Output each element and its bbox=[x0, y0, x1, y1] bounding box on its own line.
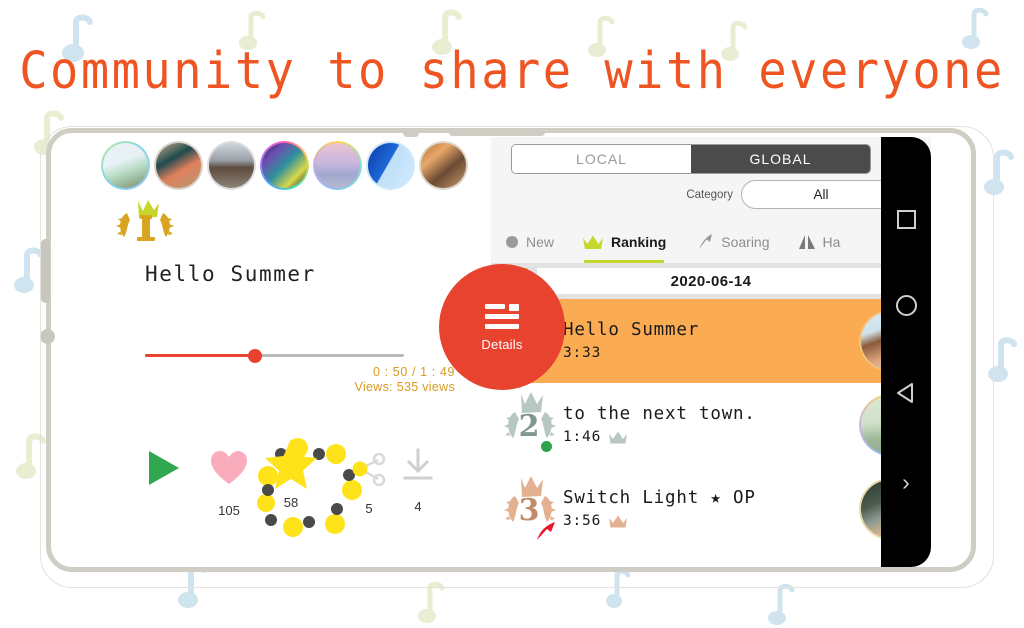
earpiece-speaker-icon bbox=[449, 129, 545, 136]
seek-slider[interactable] bbox=[145, 349, 404, 363]
like-button[interactable]: 105 bbox=[209, 449, 249, 518]
tab-hall-of-fame[interactable]: Ha bbox=[798, 221, 841, 263]
android-navigation-bar: › bbox=[881, 137, 931, 567]
chevron-right-icon[interactable]: › bbox=[902, 471, 910, 494]
star-icon bbox=[265, 439, 317, 489]
time-elapsed-total: 0 : 50 / 1 : 49 bbox=[373, 365, 455, 379]
rank-1-laurel-crown-icon bbox=[115, 197, 175, 256]
rank-3-medal-icon: 3 bbox=[501, 472, 559, 546]
row-duration: 1:46 bbox=[563, 429, 602, 445]
avatar[interactable] bbox=[207, 141, 256, 190]
front-camera-icon bbox=[403, 129, 419, 137]
avatar[interactable] bbox=[313, 141, 362, 190]
music-note-decoration bbox=[986, 334, 1024, 386]
star-count: 58 bbox=[283, 495, 299, 510]
back-button[interactable] bbox=[895, 381, 917, 405]
share-nodes-icon bbox=[352, 452, 386, 487]
table-row[interactable]: 2 to the next town. 1:46 bbox=[491, 383, 931, 467]
dot-green-icon bbox=[541, 441, 552, 452]
view-count: Views: 535 views bbox=[354, 380, 455, 394]
share-button[interactable]: 5 bbox=[351, 451, 387, 516]
music-note-decoration bbox=[982, 146, 1022, 200]
story-avatar-strip bbox=[101, 141, 468, 190]
music-note-decoration bbox=[416, 578, 452, 628]
tab-ranking-label: Ranking bbox=[611, 234, 667, 250]
home-button[interactable] bbox=[895, 294, 917, 316]
rank-2-medal-icon: 2 bbox=[501, 388, 559, 462]
phone-mockup: Hello Summer 0 : 50 / 1 : 49 Views: 535 … bbox=[40, 126, 994, 588]
recents-button[interactable] bbox=[896, 209, 916, 229]
music-note-decoration bbox=[604, 566, 636, 612]
download-count: 4 bbox=[414, 499, 422, 514]
segment-global[interactable]: GLOBAL bbox=[691, 145, 870, 173]
heart-icon bbox=[211, 451, 247, 484]
row-meta: 1:46 bbox=[563, 426, 859, 448]
seek-fill bbox=[145, 354, 257, 357]
avatar[interactable] bbox=[366, 141, 415, 190]
volume-button[interactable] bbox=[41, 239, 50, 303]
details-button[interactable]: Details bbox=[439, 264, 565, 390]
download-arrow-icon bbox=[403, 448, 433, 480]
tab-new[interactable]: New bbox=[505, 221, 554, 263]
arrow-up-right-red-icon bbox=[537, 522, 555, 540]
share-count: 5 bbox=[365, 501, 373, 516]
svg-text:2: 2 bbox=[519, 409, 540, 444]
list-lines-icon bbox=[485, 303, 519, 329]
play-button[interactable] bbox=[143, 447, 183, 494]
avatar[interactable] bbox=[260, 141, 309, 190]
row-duration: 3:56 bbox=[563, 513, 602, 529]
playback-meta: 0 : 50 / 1 : 49 Views: 535 views bbox=[99, 365, 455, 395]
row-meta: 3:33 bbox=[563, 342, 859, 364]
player-pane: Hello Summer 0 : 50 / 1 : 49 Views: 535 … bbox=[99, 137, 491, 567]
tab-ranking[interactable]: Ranking bbox=[582, 221, 666, 263]
details-label: Details bbox=[481, 336, 523, 352]
crown-icon bbox=[583, 235, 604, 249]
power-button[interactable] bbox=[40, 329, 55, 344]
play-triangle-icon bbox=[149, 451, 179, 485]
avatar[interactable] bbox=[154, 141, 203, 190]
ranking-tabs: New Ranking Soaring Ha bbox=[491, 221, 931, 263]
download-button[interactable]: 4 bbox=[401, 447, 435, 514]
table-row[interactable]: 3 Switch Light ★ OP 3:56 bbox=[491, 467, 931, 551]
tab-hall-label: Ha bbox=[822, 234, 841, 250]
category-select[interactable]: All bbox=[741, 180, 901, 209]
scope-segmented-control[interactable]: LOCAL GLOBAL bbox=[511, 144, 871, 174]
date-navigator: 2020-06-14 bbox=[491, 263, 931, 299]
row-title: Switch Light ★ OP bbox=[563, 488, 756, 508]
segment-local[interactable]: LOCAL bbox=[512, 145, 691, 173]
now-playing-title: Hello Summer bbox=[145, 262, 316, 286]
dot-icon bbox=[506, 236, 518, 248]
page-title: Community to share with everyone bbox=[19, 41, 1005, 102]
category-label: Category bbox=[686, 188, 733, 201]
tab-new-label: New bbox=[526, 234, 555, 250]
avatar[interactable] bbox=[419, 141, 468, 190]
seek-thumb[interactable] bbox=[248, 349, 262, 363]
tab-soaring[interactable]: Soaring bbox=[696, 221, 770, 263]
music-note-decoration bbox=[766, 580, 802, 628]
date-value[interactable]: 2020-06-14 bbox=[537, 268, 885, 294]
row-texts: Hello Summer 3:33 bbox=[559, 318, 859, 364]
tab-soaring-label: Soaring bbox=[721, 234, 770, 250]
avatar[interactable] bbox=[101, 141, 150, 190]
row-title: to the next town. bbox=[563, 404, 756, 424]
star-button[interactable]: 58 bbox=[263, 437, 319, 510]
page-root: Community to share with everyone Hello S… bbox=[0, 0, 1024, 628]
phone-screen: Hello Summer 0 : 50 / 1 : 49 Views: 535 … bbox=[99, 137, 931, 567]
arrow-up-right-icon bbox=[699, 234, 713, 249]
row-texts: to the next town. 1:46 bbox=[559, 402, 859, 448]
crown-silver-icon bbox=[609, 431, 628, 443]
like-count: 105 bbox=[218, 503, 240, 518]
crown-bronze-icon bbox=[609, 515, 628, 527]
category-row: Category All bbox=[491, 180, 901, 209]
mountain-peak-icon bbox=[798, 235, 815, 249]
action-row: 105 58 5 4 bbox=[135, 437, 495, 537]
row-texts: Switch Light ★ OP 3:56 bbox=[559, 486, 859, 532]
row-duration: 3:33 bbox=[563, 345, 602, 361]
row-meta: 3:56 bbox=[563, 510, 859, 532]
row-title: Hello Summer bbox=[563, 320, 700, 340]
